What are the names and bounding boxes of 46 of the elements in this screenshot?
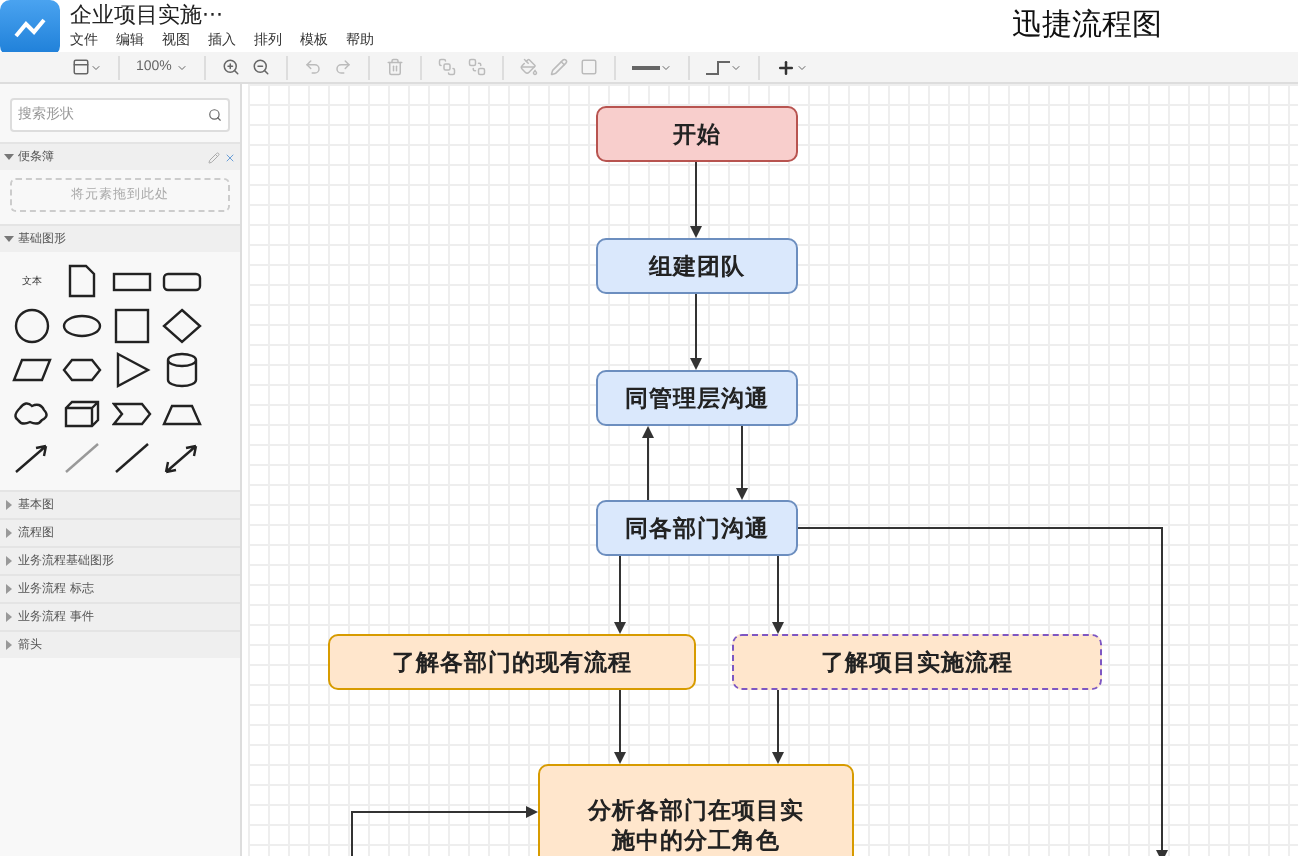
process-node[interactable]: 了解项目实施流程 <box>732 634 1102 690</box>
double-arrow-shape-icon[interactable] <box>162 439 202 475</box>
caret-down-icon <box>4 152 14 162</box>
caret-right-icon <box>4 612 14 622</box>
line-shape-icon[interactable] <box>112 439 152 475</box>
process-node[interactable]: 组建团队 <box>596 238 798 294</box>
app-name: 迅捷流程图 <box>1012 6 1162 44</box>
document-title: 企业项目实施··· <box>70 2 225 30</box>
caret-icon <box>659 61 672 73</box>
caret-icon <box>795 61 808 73</box>
caret-right-icon <box>4 500 14 510</box>
plus-icon <box>775 57 796 77</box>
square-icon <box>579 58 598 76</box>
line-icon <box>631 61 660 73</box>
zoom-in-icon <box>221 58 240 76</box>
caret-right-icon <box>4 584 14 594</box>
triangle-shape-icon[interactable] <box>112 351 152 387</box>
caret-right-icon <box>4 528 14 538</box>
send-to-back-icon <box>467 58 486 76</box>
process-node[interactable]: 了解各部门的现有流程 <box>328 634 696 690</box>
caret-down-icon <box>4 234 14 244</box>
caret-icon <box>90 61 102 73</box>
start-node[interactable]: 开始 <box>596 106 798 162</box>
panel-layout-icon <box>72 58 90 76</box>
caret-right-icon <box>4 640 14 650</box>
square-shape-icon[interactable] <box>112 307 152 343</box>
diamond-shape-icon[interactable] <box>162 307 202 343</box>
arrow-shape-icon[interactable] <box>12 439 52 475</box>
process-node[interactable]: 同各部门沟通 <box>596 500 798 556</box>
search-icon <box>208 108 222 122</box>
caret-icon <box>729 61 742 73</box>
process-node[interactable]: 分析各部门在项目实施中的分工角色 <box>538 764 854 856</box>
undo-icon <box>303 58 322 76</box>
connector-icon <box>705 59 730 75</box>
cube-shape-icon[interactable] <box>62 395 102 431</box>
paint-bucket-icon <box>519 58 538 76</box>
caret-icon <box>175 61 188 73</box>
trash-icon <box>385 58 404 76</box>
circle-shape-icon[interactable] <box>12 307 52 343</box>
process-node[interactable]: 同管理层沟通 <box>596 370 798 426</box>
caret-right-icon <box>4 556 14 566</box>
pencil-icon <box>549 58 568 76</box>
bring-to-front-icon <box>437 58 456 76</box>
redo-icon <box>333 58 352 76</box>
zoom-out-icon <box>251 58 270 76</box>
cylinder-shape-icon[interactable] <box>162 351 202 387</box>
